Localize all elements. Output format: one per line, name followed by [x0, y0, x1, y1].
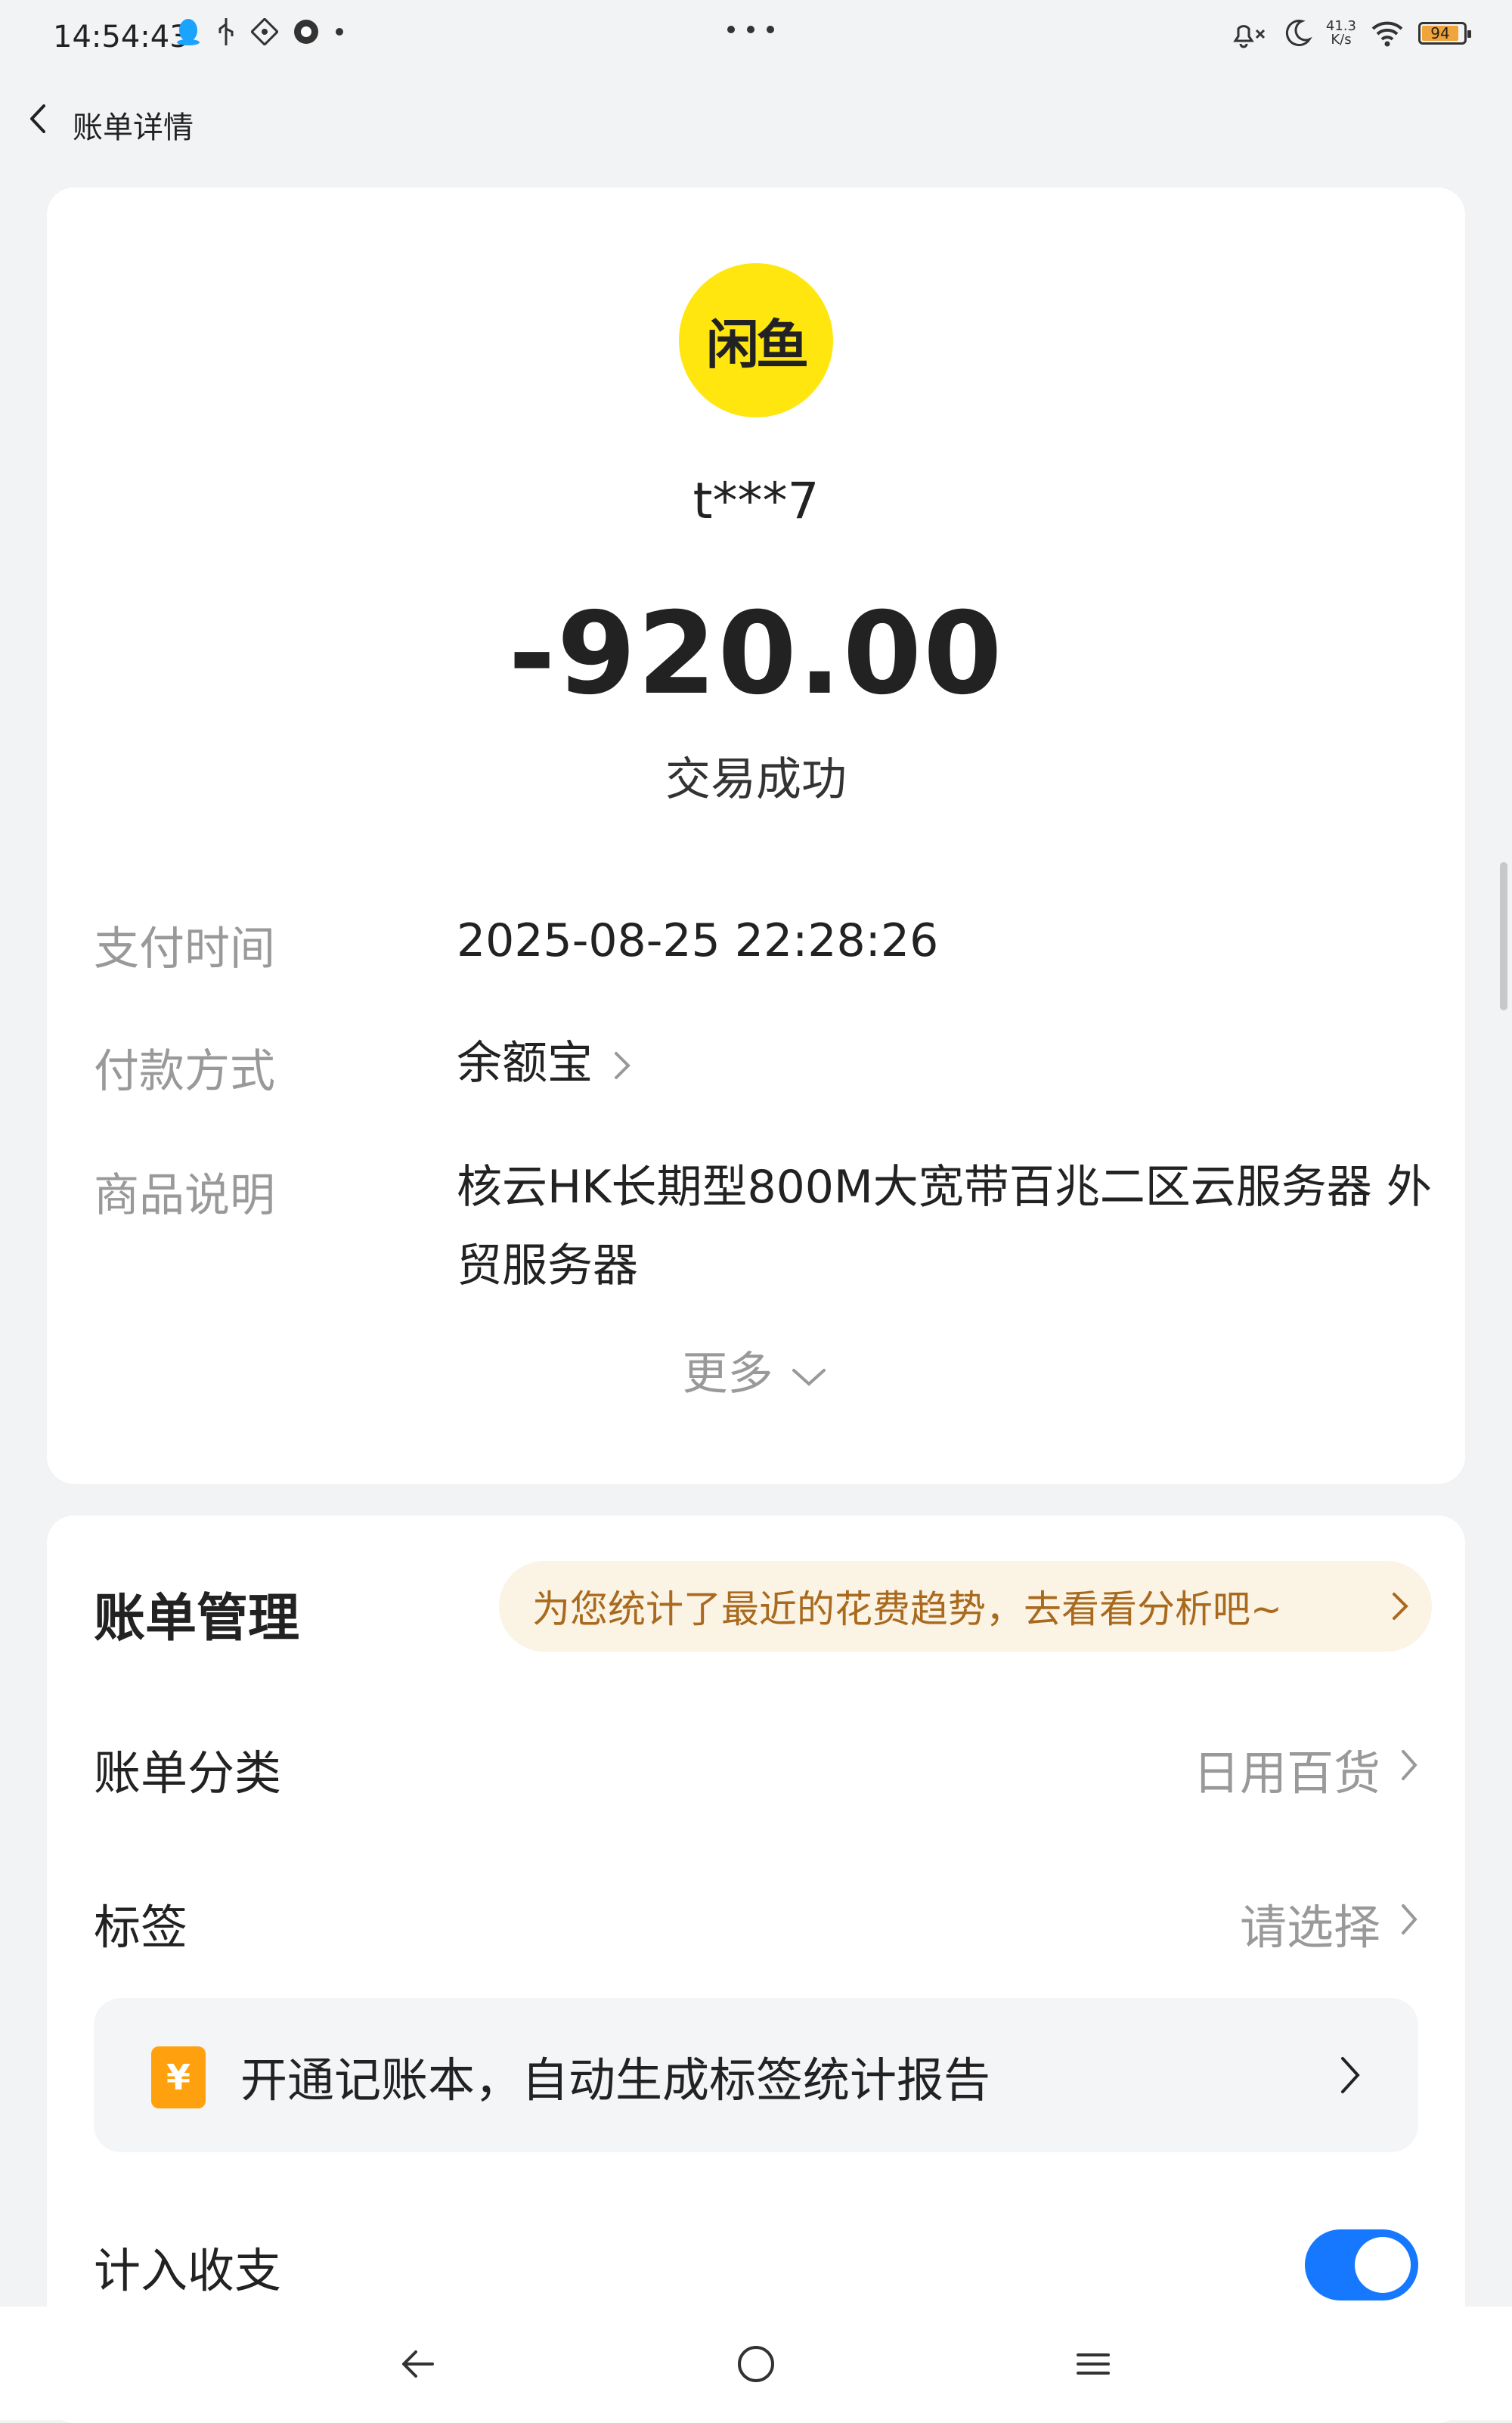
category-value: 日用百货 [1192, 1745, 1380, 1801]
tag-value: 请选择 [1239, 1900, 1380, 1955]
bill-management-card: 账单管理 为您统计了最近的花费趋势，去看看分析吧~ 账单分类 日用百货 标签 请… [47, 1516, 1465, 2423]
spending-trend-text: 为您统计了最近的花费趋势，去看看分析吧~ [532, 1587, 1282, 1631]
chevron-right-icon [1393, 1593, 1408, 1620]
payment-method-label: 付款方式 [94, 1045, 275, 1098]
more-button[interactable]: 更多 [47, 1337, 1465, 1403]
pay-time-label: 支付时间 [94, 923, 275, 976]
moon-icon [1285, 20, 1312, 47]
yuan-ticket-icon: ¥ [151, 2046, 206, 2108]
toggle-knob [1355, 2237, 1411, 2293]
back-icon[interactable] [21, 100, 54, 138]
payment-method-value: 余额宝 [457, 1037, 593, 1090]
chevron-right-icon [1402, 1750, 1418, 1780]
product-desc-value: 核云HK长期型800M大宽带百兆二区云服务器 外贸服务器 [457, 1161, 1432, 1292]
menu-icon[interactable] [1072, 2343, 1114, 2385]
product-desc-label: 商品说明 [94, 1169, 275, 1222]
usb-icon [218, 18, 234, 45]
sim-icon [251, 18, 278, 45]
transaction-status: 交易成功 [665, 753, 847, 806]
status-time: 14:54:43 [53, 20, 189, 54]
transaction-card: 闲鱼 t***7 -920.00 交易成功 支付时间 2025-08-25 22… [47, 188, 1465, 1484]
merchant-logo: 闲鱼 [679, 263, 833, 417]
app-icon [294, 20, 318, 44]
mute-bell-icon [1233, 25, 1265, 48]
battery-icon: 94 [1418, 22, 1471, 45]
status-right-icons: 41.3 K/s 94 [1229, 17, 1471, 50]
payment-method-row[interactable]: 余额宝 [457, 1024, 1439, 1103]
scrollbar[interactable] [1500, 862, 1507, 1010]
income-expense-toggle[interactable] [1305, 2229, 1418, 2300]
page-title: 账单详情 [73, 110, 194, 145]
merchant-logo-text: 闲鱼 [706, 313, 809, 376]
chevron-right-icon [1341, 2057, 1360, 2093]
dot-icon [336, 28, 343, 36]
status-left-icons [175, 17, 345, 47]
chevron-down-icon [792, 1369, 826, 1387]
status-bar: 14:54:43 41.3 K/s 94 [0, 0, 1512, 76]
more-menu-dots[interactable] [727, 26, 774, 33]
net-speed: 41.3 K/s [1326, 20, 1356, 47]
system-nav-bar [0, 2307, 1512, 2420]
category-label: 账单分类 [94, 1745, 282, 1801]
bill-management-title: 账单管理 [94, 1589, 300, 1649]
transaction-amount: -920.00 [508, 588, 1004, 720]
chevron-right-icon [615, 1052, 631, 1080]
net-speed-unit: K/s [1331, 32, 1352, 48]
merchant-name[interactable]: t***7 [47, 472, 1465, 530]
nav-bar: 账单详情 [0, 83, 1512, 151]
more-label: 更多 [682, 1348, 773, 1401]
tag-label: 标签 [94, 1900, 188, 1955]
back-arrow-icon[interactable] [396, 2343, 438, 2385]
qq-icon [177, 19, 200, 45]
home-circle-icon[interactable] [735, 2343, 777, 2385]
battery-level: 94 [1430, 24, 1450, 42]
pay-time-value: 2025-08-25 22:28:26 [457, 914, 939, 967]
income-expense-label: 计入收支 [94, 2243, 282, 2298]
wifi-icon [1371, 21, 1403, 47]
chevron-right-icon [1402, 1904, 1418, 1934]
notebook-text: 开通记账本，自动生成标签统计报告 [240, 2052, 991, 2108]
spending-trend-banner[interactable]: 为您统计了最近的花费趋势，去看看分析吧~ [499, 1561, 1432, 1652]
notebook-banner[interactable]: ¥ 开通记账本，自动生成标签统计报告 [94, 1998, 1418, 2152]
